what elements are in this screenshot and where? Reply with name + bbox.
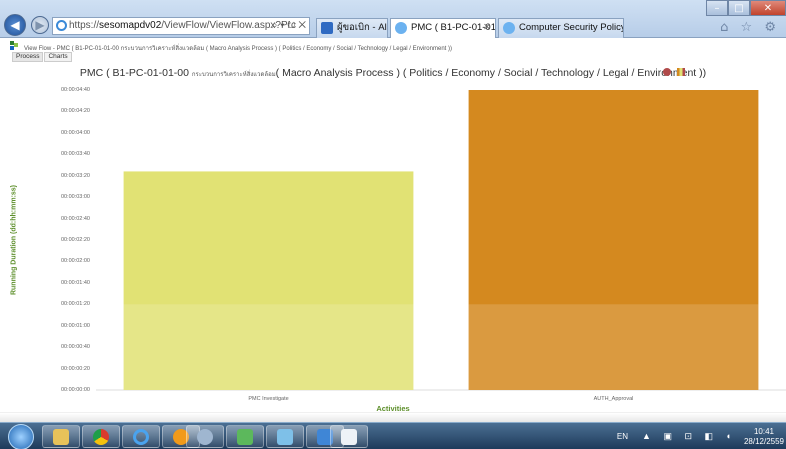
grid-icon: [237, 428, 253, 445]
close-tab-icon[interactable]: ✕: [483, 19, 491, 37]
tab-pmc[interactable]: PMC ( B1-PC-01-01-00 เกณ... ✕: [390, 18, 496, 38]
y-tick-label: 00:00:00:20: [60, 365, 90, 372]
y-tick-label: 00:00:04:00: [60, 129, 90, 136]
y-tick-label: 00:00:00:40: [60, 344, 90, 351]
folder-icon: [53, 428, 69, 445]
y-tick-label: 00:00:03:00: [60, 194, 90, 201]
menu-process[interactable]: Process: [12, 52, 44, 62]
tab-all-items[interactable]: ผู้ขอเบิก - All Items: [316, 18, 388, 38]
taskbar-app-green[interactable]: [226, 425, 264, 448]
language-indicator[interactable]: EN: [617, 432, 628, 441]
menu-charts[interactable]: Charts: [44, 52, 72, 62]
y-tick-label: 00:00:00:00: [60, 387, 90, 393]
system-tray: EN ▲ ▣ ⊡ ◧ ◖ 10:41 28/12/2559: [617, 423, 786, 449]
y-tick-label: 00:00:03:40: [60, 151, 90, 158]
url-host: sesomapdv02: [99, 20, 162, 31]
tray-icons[interactable]: ▲ ▣ ⊡ ◧ ◖: [642, 431, 736, 442]
x-tick-label: AUTH_Approval: [594, 396, 634, 402]
y-tick-label: 00:00:04:20: [60, 108, 90, 115]
app-logo-icon: [10, 41, 22, 51]
taskbar-chrome[interactable]: [82, 425, 120, 448]
y-tick-label: 00:00:02:20: [60, 237, 90, 243]
browser-chrome: – □ ✕ ◀ ▶ https://sesomapdv02/ViewFlow/V…: [0, 0, 786, 38]
y-tick-label: 00:00:04:40: [60, 87, 90, 93]
gear-icon: [197, 428, 213, 445]
back-button[interactable]: ◀: [4, 14, 26, 36]
plot-area: PMC Investigate AUTH_Approval: [96, 82, 786, 402]
taskbar-app-document[interactable]: [330, 425, 368, 448]
chrome-icon: [93, 428, 109, 445]
bar-shade: [123, 304, 414, 390]
y-axis-title: Running Duration (dd:hh:mm:ss): [10, 184, 18, 296]
y-tick-label: 00:00:02:40: [60, 215, 90, 222]
y-tick-label: 00:00:02:00: [60, 258, 90, 265]
taskbar-ie[interactable]: [122, 425, 160, 448]
window-controls: – □ ✕: [706, 0, 786, 16]
address-bar[interactable]: https://sesomapdv02/ViewFlow/ViewFlow.as…: [52, 17, 310, 35]
url-prefix: https://: [69, 20, 100, 31]
clock-date: 28/12/2559: [743, 436, 784, 446]
x-tick-label: PMC Investigate: [248, 396, 288, 402]
clock-time: 10:41: [753, 426, 774, 436]
chart-tools: [663, 68, 685, 76]
ie-icon: [56, 20, 67, 31]
start-button[interactable]: [8, 424, 34, 449]
chart-title-suffix: ( Macro Analysis Process ) ( Politics / …: [275, 67, 707, 79]
page-heading: View Flow - PMC ( B1-PC-01-01-00 กระบวนก…: [24, 46, 452, 52]
taskbar-app-photos[interactable]: [266, 425, 304, 448]
tab-label: ผู้ขอเบิก - All Items: [337, 22, 388, 33]
sharepoint-icon: [321, 22, 333, 34]
bar-shade: [468, 304, 759, 390]
y-tick-label: 00:00:01:00: [60, 322, 90, 329]
bar-chart: PMC Investigate AUTH_Approval: [96, 90, 786, 402]
forward-button[interactable]: ▶: [31, 16, 49, 34]
address-tools[interactable]: ⌕ ▾ ↻ ✕: [272, 18, 306, 34]
ie-icon: [503, 22, 515, 34]
photos-icon: [277, 428, 293, 445]
maximize-button[interactable]: □: [728, 0, 750, 16]
document-icon: [341, 428, 357, 445]
clock[interactable]: 10:41 28/12/2559: [744, 427, 784, 447]
y-tick-label: 00:00:01:40: [60, 279, 90, 286]
close-window-button[interactable]: ✕: [750, 0, 786, 16]
chart-title-prefix: PMC ( B1-PC-01-01-00: [79, 67, 192, 79]
tab-label: Computer Security Policy: [519, 22, 624, 33]
y-tick-label: 00:00:01:20: [60, 301, 90, 308]
home-favorites-tools-icons[interactable]: ⌂ ☆ ⚙: [720, 20, 780, 35]
tab-computer-security-policy[interactable]: Computer Security Policy: [498, 18, 624, 38]
taskbar-explorer[interactable]: [42, 425, 80, 448]
ie-icon: [395, 22, 407, 34]
bottom-decoration: [0, 412, 786, 422]
taskbar-settings[interactable]: [186, 425, 224, 448]
y-tick-label: 00:00:03:20: [60, 172, 90, 179]
bar-chart-icon[interactable]: [677, 68, 685, 76]
minimize-button[interactable]: –: [706, 0, 728, 16]
chart-title-thai: กระบวนการวิเคราะห์สิ่งแวดล้อม: [191, 72, 276, 78]
taskbar: EN ▲ ▣ ⊡ ◧ ◖ 10:41 28/12/2559: [0, 422, 786, 449]
pie-chart-icon[interactable]: [663, 68, 671, 76]
ie-icon: [133, 428, 149, 445]
menu-bar: Process Charts: [12, 52, 73, 62]
